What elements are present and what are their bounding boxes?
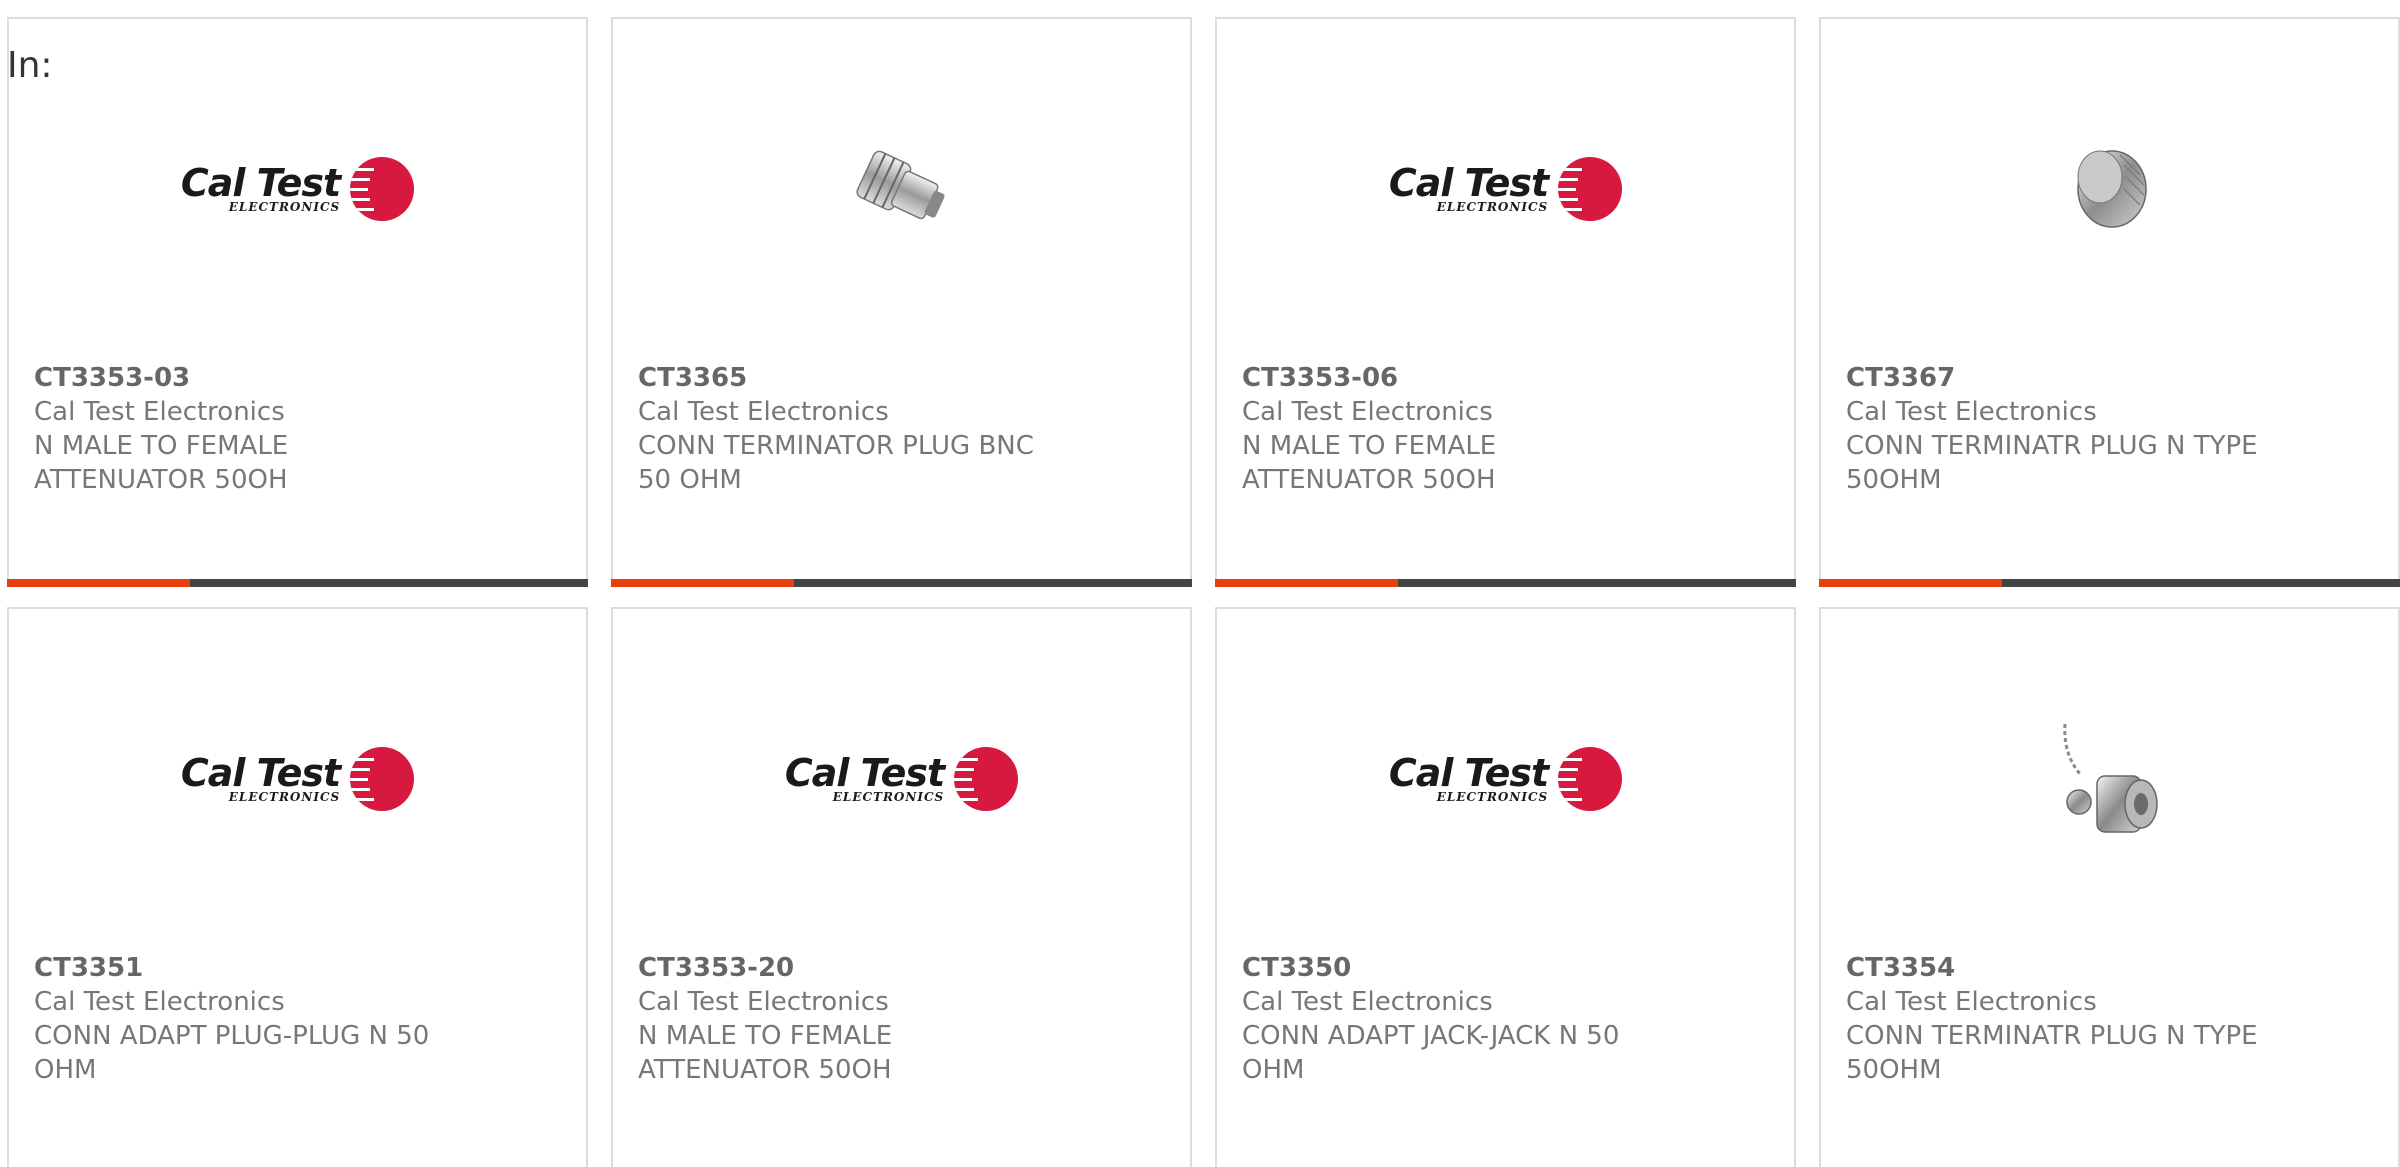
logo-brand: Cal Test	[784, 751, 945, 795]
product-card[interactable]: Cal Test ELECTRONICS CT3351 Cal Test Ele…	[7, 607, 588, 1167]
cal-test-logo: Cal Test ELECTRONICS	[180, 744, 415, 814]
logo-stripes-icon	[1558, 747, 1623, 811]
part-number: CT3351	[34, 953, 144, 983]
bnc-terminator-icon	[855, 150, 945, 220]
product-info: CT3350 Cal Test Electronics CONN ADAPT J…	[1242, 951, 1774, 1087]
product-image	[1821, 79, 2398, 299]
manufacturer: Cal Test Electronics	[1242, 987, 1493, 1017]
part-number: CT3354	[1846, 953, 1956, 983]
logo-sub: ELECTRONICS	[832, 790, 945, 804]
logo-sub: ELECTRONICS	[228, 790, 341, 804]
description-line-1: N MALE TO FEMALE	[638, 1021, 893, 1051]
description-line-2: OHM	[1242, 1055, 1305, 1085]
description-line-1: CONN TERMINATR PLUG N TYPE	[1846, 431, 2258, 461]
cal-test-logo: Cal Test ELECTRONICS	[784, 744, 1019, 814]
product-image: Cal Test ELECTRONICS	[1217, 669, 1794, 889]
bnc-terminator-photo	[802, 89, 1002, 289]
product-card[interactable]: CT3367 Cal Test Electronics CONN TERMINA…	[1819, 17, 2400, 587]
part-number: CT3350	[1242, 953, 1352, 983]
product-card[interactable]: Cal Test ELECTRONICS CT3353	[1215, 17, 1796, 587]
product-info: CT3353-20 Cal Test Electronics N MALE TO…	[638, 951, 1170, 1087]
manufacturer: Cal Test Electronics	[1846, 397, 2097, 427]
product-card[interactable]: CT3354 Cal Test Electronics CONN TERMINA…	[1819, 607, 2400, 1167]
product-info: CT3354 Cal Test Electronics CONN TERMINA…	[1846, 951, 2378, 1087]
product-info: CT3353-03 Cal Test Electronics N MALE TO…	[34, 361, 566, 497]
part-number: CT3365	[638, 363, 748, 393]
description-line-1: N MALE TO FEMALE	[1242, 431, 1497, 461]
product-info: CT3351 Cal Test Electronics CONN ADAPT P…	[34, 951, 566, 1087]
logo-brand: Cal Test	[1388, 161, 1549, 205]
card-footer-bar	[611, 579, 1192, 587]
cal-test-logo: Cal Test ELECTRONICS	[1388, 744, 1623, 814]
product-image	[1821, 669, 2398, 889]
card-footer-bar	[1819, 579, 2400, 587]
logo-brand: Cal Test	[1388, 751, 1549, 795]
description-line-2: OHM	[34, 1055, 97, 1085]
product-image: Cal Test ELECTRONICS	[1217, 79, 1794, 299]
product-image: Cal Test ELECTRONICS	[613, 669, 1190, 889]
card-footer-bar	[1215, 579, 1796, 587]
description-line-2: 50 OHM	[638, 465, 742, 495]
description-line-2: ATTENUATOR 50OH	[1242, 465, 1496, 495]
product-info: CT3353-06 Cal Test Electronics N MALE TO…	[1242, 361, 1774, 497]
logo-stripes-icon	[350, 747, 415, 811]
product-info: CT3365 Cal Test Electronics CONN TERMINA…	[638, 361, 1170, 497]
manufacturer: Cal Test Electronics	[638, 397, 889, 427]
product-card[interactable]: Cal Test ELECTRONICS CT3350 Cal Test Ele…	[1215, 607, 1796, 1167]
logo-sub: ELECTRONICS	[1436, 790, 1549, 804]
logo-brand: Cal Test	[180, 161, 341, 205]
description-line-2: ATTENUATOR 50OH	[34, 465, 288, 495]
product-image	[613, 79, 1190, 299]
description-line-2: 50OHM	[1846, 1055, 1942, 1085]
manufacturer: Cal Test Electronics	[1846, 987, 2097, 1017]
manufacturer: Cal Test Electronics	[1242, 397, 1493, 427]
product-image: Cal Test ELECTRONICS	[9, 669, 586, 889]
filter-label: In:	[7, 45, 53, 86]
description-line-1: CONN TERMINATR PLUG N TYPE	[1846, 1021, 2258, 1051]
manufacturer: Cal Test Electronics	[638, 987, 889, 1017]
product-card[interactable]: Cal Test ELECTRONICS CT3353	[611, 607, 1192, 1167]
product-info: CT3367 Cal Test Electronics CONN TERMINA…	[1846, 361, 2378, 497]
description-line-1: CONN ADAPT JACK-JACK N 50	[1242, 1021, 1620, 1051]
product-card[interactable]: CT3365 Cal Test Electronics CONN TERMINA…	[611, 17, 1192, 587]
manufacturer: Cal Test Electronics	[34, 987, 285, 1017]
logo-stripes-icon	[954, 747, 1019, 811]
description-line-1: CONN TERMINATOR PLUG BNC	[638, 431, 1034, 461]
product-card[interactable]: Cal Test ELECTRONICS CT3353	[7, 17, 588, 587]
manufacturer: Cal Test Electronics	[34, 397, 285, 427]
part-number: CT3353-06	[1242, 363, 1399, 393]
description-line-2: ATTENUATOR 50OH	[638, 1055, 892, 1085]
product-image: Cal Test ELECTRONICS	[9, 79, 586, 299]
logo-stripes-icon	[350, 157, 415, 221]
card-footer-bar	[7, 579, 588, 587]
logo-sub: ELECTRONICS	[1436, 200, 1549, 214]
cal-test-logo: Cal Test ELECTRONICS	[1388, 154, 1623, 224]
cal-test-logo: Cal Test ELECTRONICS	[180, 154, 415, 224]
product-grid-page: In: Cal Test ELECTRONICS CT3353-03 Cal T…	[0, 0, 2400, 1167]
part-number: CT3353-03	[34, 363, 191, 393]
part-number: CT3353-20	[638, 953, 795, 983]
part-number: CT3367	[1846, 363, 1956, 393]
n-terminator-icon	[2076, 150, 2147, 228]
logo-sub: ELECTRONICS	[228, 200, 341, 214]
n-terminator-photo	[2010, 89, 2210, 289]
logo-stripes-icon	[1558, 157, 1623, 221]
description-line-1: CONN ADAPT PLUG-PLUG N 50	[34, 1021, 430, 1051]
logo-brand: Cal Test	[180, 751, 341, 795]
description-line-1: N MALE TO FEMALE	[34, 431, 289, 461]
description-line-2: 50OHM	[1846, 465, 1942, 495]
n-terminator-chain-icon	[2062, 723, 2158, 833]
n-terminator-chain-photo	[2010, 679, 2210, 879]
